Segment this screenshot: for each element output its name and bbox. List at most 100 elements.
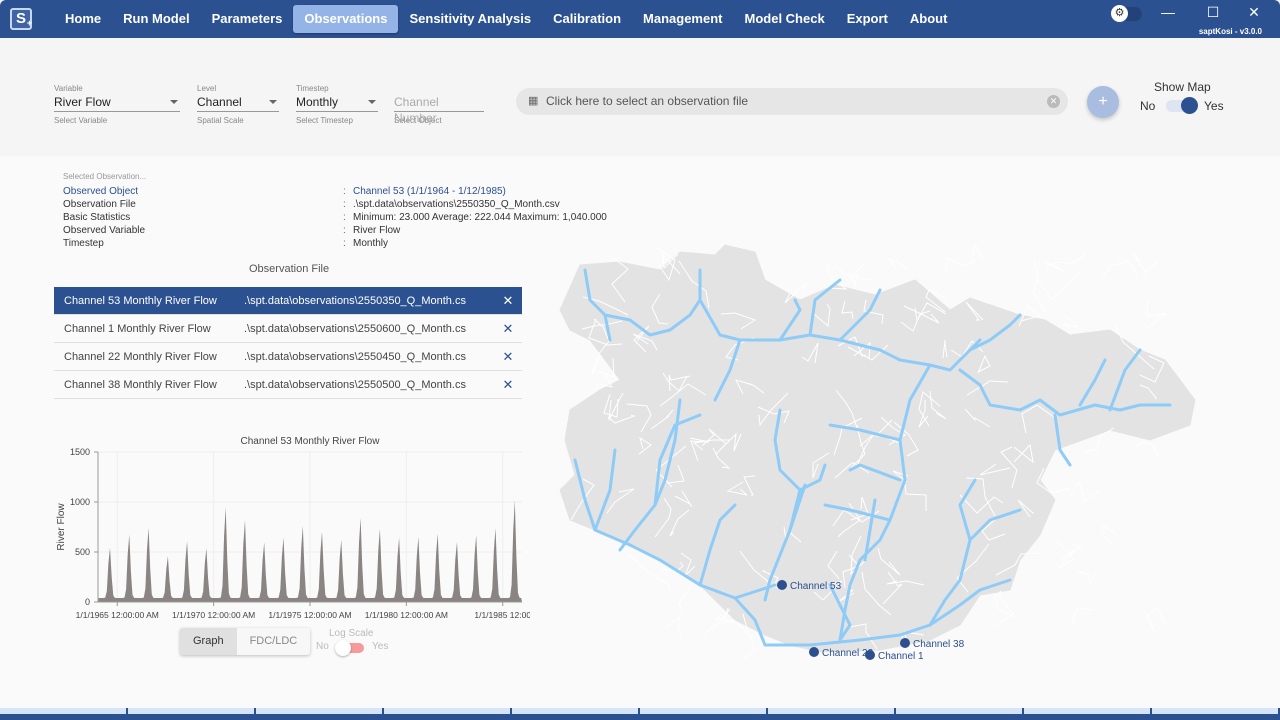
subbasin-boundary xyxy=(1134,441,1160,458)
main-nav: Home Run Model Parameters Observations Sensi… xyxy=(54,5,958,33)
observation-row[interactable]: Channel 1 Monthly River Flow .\spt.data\o… xyxy=(54,315,522,343)
subbasin-boundary xyxy=(833,264,872,281)
info-row: Basic Statistics: Minimum: 23.000 Average… xyxy=(63,211,607,224)
fdc-ldc-button[interactable]: FDC/LDC xyxy=(236,628,311,655)
clear-file-icon[interactable]: ✕ xyxy=(1047,95,1060,108)
timestep-value[interactable]: Monthly xyxy=(296,94,378,112)
station-marker[interactable] xyxy=(865,650,875,660)
theme-toggle[interactable]: ⚙ xyxy=(1111,5,1142,22)
nav-sensitivity-analysis[interactable]: Sensitivity Analysis xyxy=(398,5,542,33)
nav-about[interactable]: About xyxy=(899,5,959,33)
info-row: Observed Object: Channel 53 (1/1/1964 - 1… xyxy=(63,185,607,198)
nav-run-model[interactable]: Run Model xyxy=(112,5,200,33)
level-select[interactable]: Level Channel Spatial Scale xyxy=(197,84,279,125)
graph-button[interactable]: Graph xyxy=(180,628,237,655)
level-label: Level xyxy=(197,84,217,93)
selected-observation-title: Selected Observation... xyxy=(63,172,147,181)
station-marker[interactable] xyxy=(809,647,819,657)
y-tick-label: 1000 xyxy=(70,497,90,507)
chart-mode-toggle: Graph FDC/LDC xyxy=(180,628,311,655)
y-tick-label: 1500 xyxy=(70,447,90,457)
info-colon: : xyxy=(343,225,346,236)
basin-map[interactable]: Channel 53Channel 22 Channel 1Channel 38 xyxy=(550,240,1200,670)
subbasin-boundary xyxy=(1102,260,1139,279)
level-value[interactable]: Channel xyxy=(197,94,279,112)
variable-value[interactable]: River Flow xyxy=(54,94,180,112)
log-scale-label: Log Scale xyxy=(329,628,374,639)
info-row: Observation File: .\spt.data\observations… xyxy=(63,198,607,211)
add-observation-button[interactable]: + xyxy=(1087,86,1119,118)
variable-select[interactable]: Variable River Flow Select Variable xyxy=(54,84,180,125)
show-map-label: Show Map xyxy=(1154,80,1211,94)
observation-row[interactable]: Channel 38 Monthly River Flow .\spt.data\… xyxy=(54,371,522,399)
subbasin-boundary xyxy=(944,257,976,275)
level-selected: Channel xyxy=(197,95,242,109)
observation-name: Channel 22 Monthly River Flow xyxy=(64,350,217,363)
observation-name: Channel 1 Monthly River Flow xyxy=(64,322,211,335)
nav-observations[interactable]: Observations xyxy=(293,5,399,33)
info-key: Basic Statistics xyxy=(63,212,131,223)
observation-file-picker[interactable]: ▦ Click here to select an observation fi… xyxy=(516,88,1068,115)
timestep-select[interactable]: Timestep Monthly Select Timestep xyxy=(296,84,378,125)
observation-name: Channel 53 Monthly River Flow xyxy=(64,294,217,307)
info-key: Observation File xyxy=(63,199,136,210)
bottom-tab[interactable] xyxy=(384,708,510,714)
close-button[interactable]: ✕ xyxy=(1242,4,1266,21)
subbasin-boundary xyxy=(850,263,865,287)
remove-observation-icon[interactable]: ✕ xyxy=(494,293,522,309)
main-panel: Selected Observation... Observed Object:… xyxy=(0,156,1280,708)
filter-bar: Variable River Flow Select Variable Leve… xyxy=(0,38,1280,156)
station-marker[interactable] xyxy=(900,638,910,648)
log-scale-toggle[interactable] xyxy=(335,640,364,656)
station-marker[interactable] xyxy=(777,580,787,590)
excel-file-icon: ▦ xyxy=(528,95,539,107)
show-map-toggle[interactable] xyxy=(1166,97,1198,114)
minimize-button[interactable]: — xyxy=(1156,4,1180,20)
x-tick-label: 1/1/1980 12:00:00 AM xyxy=(365,610,448,620)
x-tick-label: 1/1/1985 12:00 xyxy=(474,610,530,620)
nav-calibration[interactable]: Calibration xyxy=(542,5,632,33)
subbasin-boundary xyxy=(971,242,984,262)
bottom-tab[interactable] xyxy=(1024,708,1150,714)
bottom-tab[interactable] xyxy=(640,708,766,714)
observation-file-path: .\spt.data\observations\2550500_Q_Month.… xyxy=(244,378,466,391)
bottom-tab[interactable] xyxy=(896,708,1022,714)
chart-title: Channel 53 Monthly River Flow xyxy=(241,436,381,447)
info-key: Observed Object xyxy=(63,186,139,197)
info-row: Observed Variable: River Flow xyxy=(63,224,607,237)
subbasin-boundary xyxy=(1032,259,1047,313)
maximize-button[interactable]: ☐ xyxy=(1201,4,1225,21)
subbasin-boundary xyxy=(1069,480,1101,502)
observation-file-header: Observation File xyxy=(249,263,330,275)
dropdown-caret-icon xyxy=(368,100,376,104)
remove-observation-icon[interactable]: ✕ xyxy=(494,321,522,337)
info-key: Timestep xyxy=(63,238,104,249)
bottom-tab[interactable] xyxy=(256,708,382,714)
remove-observation-icon[interactable]: ✕ xyxy=(494,349,522,365)
log-scale-yes-label: Yes xyxy=(372,641,389,652)
river-flow-chart: Channel 53 Monthly River Flow River Flow 0… xyxy=(56,436,530,620)
y-axis-label: River Flow xyxy=(56,503,67,551)
selected-observation-info: Observed Object: Channel 53 (1/1/1964 - 1… xyxy=(63,185,607,250)
nav-model-check[interactable]: Model Check xyxy=(734,5,836,33)
bottom-tab[interactable] xyxy=(128,708,254,714)
nav-home[interactable]: Home xyxy=(54,5,112,33)
bottom-tab[interactable] xyxy=(1152,708,1278,714)
nav-parameters[interactable]: Parameters xyxy=(201,5,294,33)
bottom-tab[interactable] xyxy=(0,708,126,714)
subbasin-boundary xyxy=(1062,313,1080,329)
nav-export[interactable]: Export xyxy=(836,5,899,33)
channel-number-input[interactable]: Channel Number xyxy=(394,94,484,125)
info-key: Observed Variable xyxy=(63,225,146,236)
observation-row[interactable]: Channel 53 Monthly River Flow .\spt.data\… xyxy=(54,287,522,315)
remove-observation-icon[interactable]: ✕ xyxy=(494,377,522,393)
subbasin-boundary xyxy=(590,354,602,379)
observation-row[interactable]: Channel 22 Monthly River Flow .\spt.data\… xyxy=(54,343,522,371)
title-bar: S + Home Run Model Parameters Observations Se… xyxy=(0,0,1280,38)
bottom-tab[interactable] xyxy=(768,708,894,714)
bottom-tab[interactable] xyxy=(512,708,638,714)
object-field[interactable]: Channel Number Select Object xyxy=(394,84,484,125)
station-label: Channel 53 xyxy=(790,581,842,592)
x-tick-label: 1/1/1975 12:00:00 AM xyxy=(268,610,351,620)
nav-management[interactable]: Management xyxy=(632,5,733,33)
